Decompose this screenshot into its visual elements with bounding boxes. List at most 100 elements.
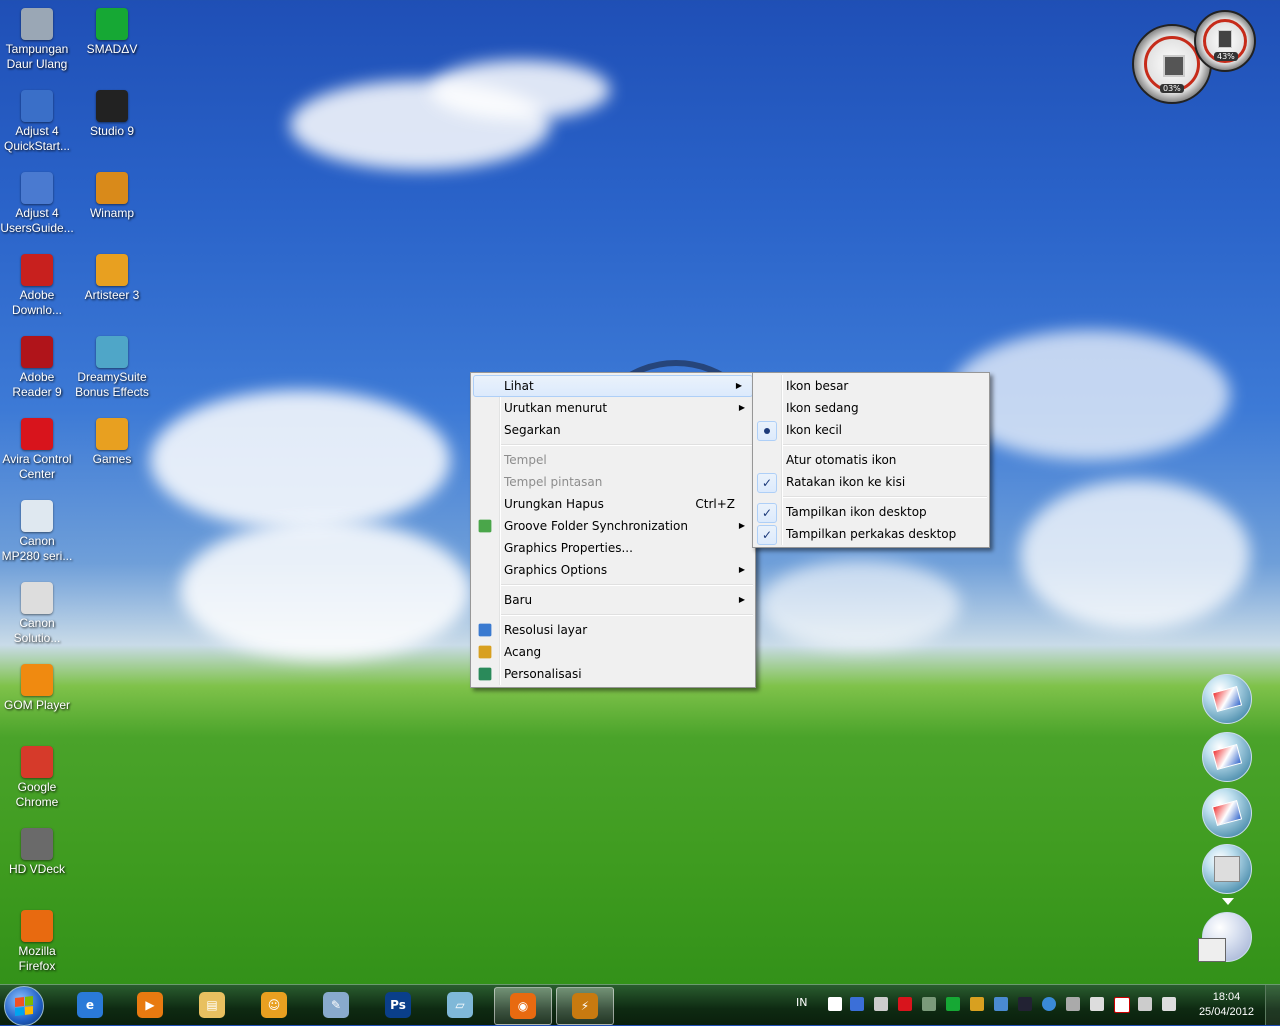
- avira-tray-icon[interactable]: [898, 997, 912, 1011]
- submenu-arrow-icon: ▶: [738, 565, 745, 574]
- menu-item-label: Ratakan ikon ke kisi: [786, 475, 906, 489]
- desktop-icon-avira[interactable]: Avira Control Center: [0, 414, 74, 482]
- desktop-icon-dreamysuite[interactable]: DreamySuite Bonus Effects: [75, 332, 149, 400]
- desktop-icon-label: Adjust 4 QuickStart...: [3, 124, 71, 153]
- desktop-icon-adobe-reader[interactable]: Adobe Reader 9: [0, 332, 74, 400]
- menu-item-acang[interactable]: Acang: [471, 641, 755, 663]
- desktop-icon-label: Studio 9: [89, 124, 135, 138]
- submenu-arrow-icon: ▶: [738, 521, 745, 530]
- start-button[interactable]: [4, 986, 44, 1026]
- vdeck-icon: [21, 828, 53, 860]
- desktop-icon-firefox[interactable]: Mozilla Firefox: [0, 906, 74, 974]
- menu-item-tampilkan-ikon-desktop[interactable]: ✓ Tampilkan ikon desktop: [753, 501, 989, 523]
- desktop-icon-label: Adjust 4 UsersGuide...: [0, 206, 74, 235]
- clock-date: 25/04/2012: [1198, 1006, 1254, 1018]
- menu-item-ikon-kecil[interactable]: Ikon kecil: [753, 419, 989, 441]
- taskbar-button-notes-app[interactable]: ▱: [432, 987, 488, 1023]
- desktop-icon-document-shortcut[interactable]: Adjust 4 UsersGuide...: [0, 168, 74, 236]
- tray-app-icon-5[interactable]: [1018, 997, 1032, 1011]
- menu-item-atur-otomatis-ikon[interactable]: Atur otomatis ikon: [753, 449, 989, 471]
- photo-orb-4[interactable]: [1202, 844, 1252, 894]
- photo-orb-1[interactable]: [1202, 674, 1252, 724]
- show-desktop-button[interactable]: [1265, 985, 1280, 1025]
- firefox-icon: [21, 910, 53, 942]
- checkmark-icon: ✓: [757, 473, 777, 493]
- photo-orb-3[interactable]: [1202, 788, 1252, 838]
- desktop-icon-gom-player[interactable]: GOM Player: [0, 660, 74, 713]
- desktop-icon-recycle-bin[interactable]: Tampungan Daur Ulang: [0, 4, 74, 72]
- desktop-icon-label: GOM Player: [3, 698, 70, 712]
- taskbar-button-games-app[interactable]: ☺: [246, 987, 302, 1023]
- desktop-icon-games[interactable]: Games: [75, 414, 149, 467]
- document-shortcut-icon: [21, 172, 53, 204]
- desktop-icon-label: DreamySuite Bonus Effects: [75, 370, 149, 399]
- tray-app-icon-3[interactable]: [922, 997, 936, 1011]
- scroll-down-arrow-icon[interactable]: [1222, 898, 1234, 905]
- menu-separator: [501, 614, 753, 616]
- desktop-icon-chrome[interactable]: Google Chrome: [0, 742, 74, 810]
- palette-icon: [96, 254, 128, 286]
- menu-item-segarkan[interactable]: Segarkan: [471, 419, 755, 441]
- menu-shortcut: Ctrl+Z: [695, 497, 735, 511]
- taskbar-button-file-explorer[interactable]: ▤: [184, 987, 240, 1023]
- desktop-icon-label: Canon Solutio...: [13, 616, 61, 645]
- screen-resolution-icon: [478, 623, 492, 637]
- desktop-icon-smadav[interactable]: SMADΔV: [75, 4, 149, 57]
- menu-item-label: Ikon kecil: [786, 423, 842, 437]
- photo-orb-2[interactable]: [1202, 732, 1252, 782]
- menu-item-resolusi-layar[interactable]: Resolusi layar: [471, 619, 755, 641]
- clock[interactable]: 18:04 25/04/2012: [1199, 990, 1254, 1020]
- desktop-icon-canon-printer[interactable]: Canon MP280 seri...: [0, 496, 74, 564]
- tray-app-icon-7[interactable]: [1066, 997, 1080, 1011]
- menu-item-urungkan-hapus[interactable]: Urungkan Hapus Ctrl+Z: [471, 493, 755, 515]
- tray-app-icon-6[interactable]: [1042, 997, 1056, 1011]
- menu-item-ikon-sedang[interactable]: Ikon sedang: [753, 397, 989, 419]
- desktop-icon-vdeck[interactable]: HD VDeck: [0, 824, 74, 877]
- desktop-icon-clapperboard[interactable]: Studio 9: [75, 86, 149, 139]
- taskbar-button-internet-explorer[interactable]: e: [62, 987, 118, 1023]
- menu-item-ratakan-ikon-ke-kisi[interactable]: ✓ Ratakan ikon ke kisi: [753, 471, 989, 493]
- desktop-icon-document-shortcut[interactable]: Adjust 4 QuickStart...: [0, 86, 74, 154]
- menu-item-baru[interactable]: Baru ▶: [471, 589, 755, 611]
- chrome-icon: [21, 746, 53, 778]
- file-explorer-icon: ▤: [199, 992, 225, 1018]
- tray-app-icon-2[interactable]: [874, 997, 888, 1011]
- desktop-icon-palette[interactable]: Artisteer 3: [75, 250, 149, 303]
- checkmark-icon: ✓: [757, 503, 777, 523]
- desktop-icon-winamp[interactable]: Winamp: [75, 168, 149, 221]
- menu-item-groove-folder-synchronization[interactable]: Groove Folder Synchronization ▶: [471, 515, 755, 537]
- taskbar-button-photoshop[interactable]: Ps: [370, 987, 426, 1023]
- menu-item-urutkan-menurut[interactable]: Urutkan menurut ▶: [471, 397, 755, 419]
- menu-item-personalisasi[interactable]: Personalisasi: [471, 663, 755, 685]
- smadav-tray-icon[interactable]: [946, 997, 960, 1011]
- menu-item-label: Tempel pintasan: [504, 475, 603, 489]
- taskbar-button-winamp[interactable]: ⚡: [556, 987, 614, 1025]
- cpu-value: 03%: [1160, 84, 1184, 93]
- taskbar-button-paint-app[interactable]: ✎: [308, 987, 364, 1023]
- desktop-icon-canon-solution[interactable]: Canon Solutio...: [0, 578, 74, 646]
- adobe-reader-icon: [21, 336, 53, 368]
- taskbar-button-firefox[interactable]: ◉: [494, 987, 552, 1025]
- menu-item-lihat[interactable]: Lihat ▶: [473, 375, 753, 397]
- media-player-icon: ▶: [137, 992, 163, 1018]
- menu-item-graphics-options[interactable]: Graphics Options ▶: [471, 559, 755, 581]
- menu-item-graphics-properties[interactable]: Graphics Properties...: [471, 537, 755, 559]
- taskbar-button-media-player[interactable]: ▶: [122, 987, 178, 1023]
- desktop-icon-adobe-download[interactable]: Adobe Downlo...: [0, 250, 74, 318]
- tray-app-icon[interactable]: [828, 997, 842, 1011]
- network-icon[interactable]: [1138, 997, 1152, 1011]
- gadgets-icon: [478, 645, 492, 659]
- menu-item-ikon-besar[interactable]: Ikon besar: [753, 375, 989, 397]
- desktop-icon-label: Adobe Downlo...: [11, 288, 63, 317]
- action-center-flag-icon[interactable]: [1114, 997, 1130, 1013]
- winamp-tray-icon[interactable]: [970, 997, 984, 1011]
- menu-item-label: Baru: [504, 593, 533, 607]
- winamp-icon: ⚡: [572, 993, 598, 1019]
- tray-app-icon-4[interactable]: [994, 997, 1008, 1011]
- menu-separator: [783, 496, 987, 498]
- tray-app-icon-8[interactable]: [1090, 997, 1104, 1011]
- canon-thumbnail-small-icon[interactable]: [1198, 938, 1226, 962]
- volume-icon[interactable]: [1162, 997, 1176, 1011]
- bluetooth-icon[interactable]: [850, 997, 864, 1011]
- menu-item-tampilkan-perkakas-desktop[interactable]: ✓ Tampilkan perkakas desktop: [753, 523, 989, 545]
